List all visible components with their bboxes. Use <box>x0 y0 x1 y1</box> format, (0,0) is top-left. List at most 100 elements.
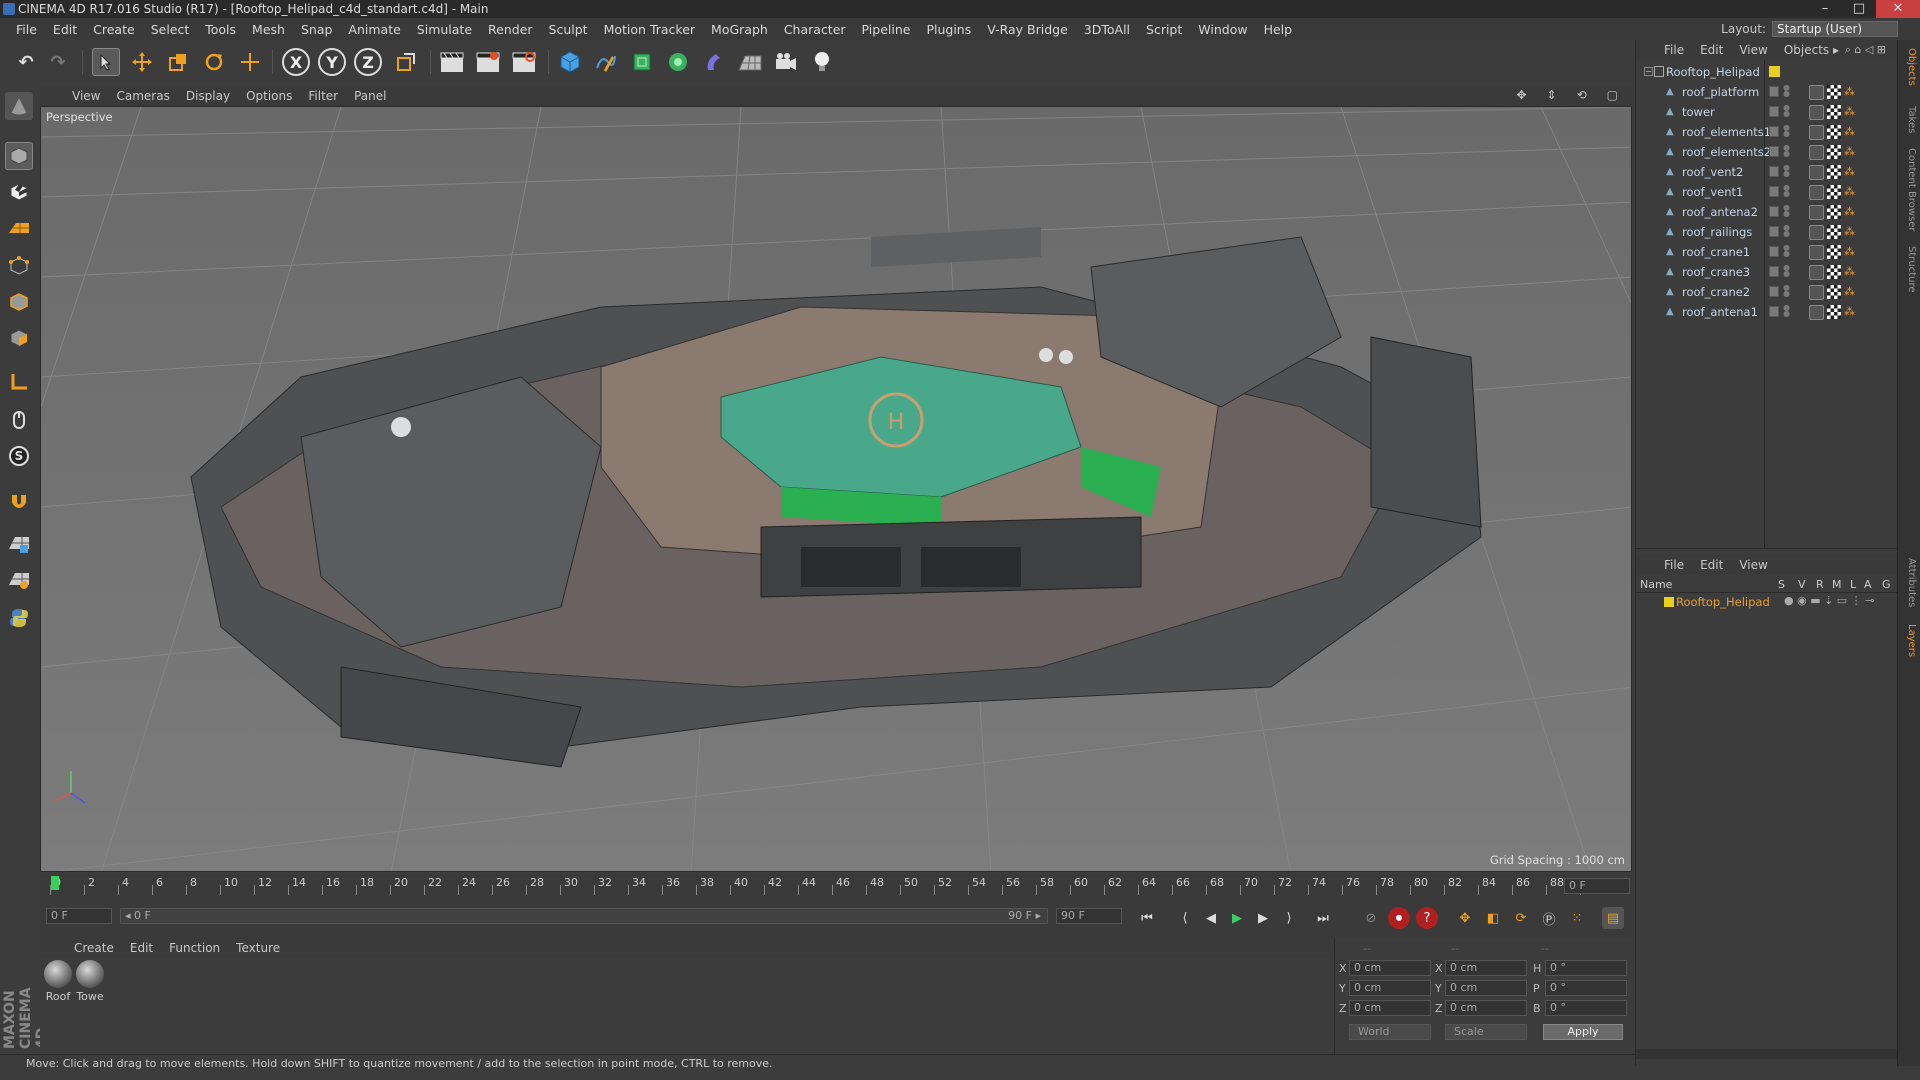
position-y-field[interactable]: 0 cm <box>1349 980 1431 996</box>
phong-tag-icon[interactable] <box>1809 205 1824 220</box>
texture-tag-icon[interactable] <box>1827 105 1841 119</box>
tab-attributes[interactable]: Attributes <box>1901 558 1917 607</box>
layer-tag[interactable] <box>1769 126 1779 137</box>
texture-tag-icon[interactable] <box>1827 285 1841 299</box>
apply-button[interactable]: Apply <box>1543 1024 1623 1040</box>
viewport-menu-cameras[interactable]: Cameras <box>108 89 177 103</box>
edges-mode-button[interactable] <box>5 288 33 316</box>
menu-create[interactable]: Create <box>85 22 143 37</box>
render-view-button[interactable] <box>438 48 466 76</box>
texture-tag-icon[interactable] <box>1827 245 1841 259</box>
phong-tag-icon[interactable] <box>1809 305 1824 320</box>
current-frame-marker[interactable] <box>51 876 59 890</box>
make-editable-button[interactable] <box>5 92 33 120</box>
menu-simulate[interactable]: Simulate <box>409 22 480 37</box>
layout-dropdown[interactable]: Startup (User) <box>1772 21 1898 37</box>
material-swatch[interactable]: Roof <box>44 960 72 1003</box>
object-menu-view[interactable]: View <box>1731 43 1775 57</box>
parameter-key-button[interactable]: Ⓟ <box>1538 907 1560 929</box>
tab-objects[interactable]: Objects <box>1901 48 1917 86</box>
layer-color-swatch[interactable] <box>1664 597 1674 607</box>
rotation-p-field[interactable]: 0 ° <box>1545 980 1627 996</box>
point-level-key-button[interactable]: ⁙ <box>1566 907 1588 929</box>
uvw-tag-icon[interactable]: ⁂ <box>1844 285 1858 299</box>
model-mode-button[interactable] <box>5 142 33 170</box>
maximize-view-icon[interactable]: ▢ <box>1599 88 1626 102</box>
menu-mograph[interactable]: MoGraph <box>703 22 776 37</box>
menu-character[interactable]: Character <box>776 22 854 37</box>
horizontal-scrollbar[interactable] <box>1636 1049 1898 1059</box>
layer-tag[interactable] <box>1769 286 1779 297</box>
menu-file[interactable]: File <box>8 22 45 37</box>
position-z-field[interactable]: 0 cm <box>1349 1000 1431 1016</box>
object-row[interactable]: ▲ roof_vent2 ● ● ⁂ <box>1636 162 1898 182</box>
size-z-field[interactable]: 0 cm <box>1445 1000 1527 1016</box>
redo-button[interactable]: ↷ <box>44 48 72 76</box>
viewport-menu-view[interactable]: View <box>64 89 108 103</box>
viewport-menu-options[interactable]: Options <box>238 89 300 103</box>
add-camera-button[interactable] <box>772 48 800 76</box>
live-selection-tool[interactable] <box>92 48 120 76</box>
position-key-button[interactable]: ✥ <box>1454 907 1476 929</box>
add-deformer-button[interactable] <box>700 48 728 76</box>
visibility-dots[interactable]: ● ● <box>1783 164 1790 179</box>
menu-3dtoall[interactable]: 3DToAll <box>1076 22 1138 37</box>
python-button[interactable] <box>5 604 33 632</box>
scale-key-button[interactable]: ◧ <box>1482 907 1504 929</box>
texture-tag-icon[interactable] <box>1827 125 1841 139</box>
texture-tag-icon[interactable] <box>1827 225 1841 239</box>
go-to-end-button[interactable]: ⏭ <box>1312 907 1334 929</box>
maximize-button[interactable]: □ <box>1842 0 1876 18</box>
magnet-tool-button[interactable] <box>5 488 33 516</box>
coordinate-mode-dropdown[interactable]: World <box>1349 1024 1431 1040</box>
tweak-mode-button[interactable] <box>5 406 33 434</box>
layer-tag[interactable] <box>1769 226 1779 237</box>
tab-layers[interactable]: Layers <box>1901 624 1917 657</box>
layer-menu-view[interactable]: View <box>1731 558 1775 572</box>
object-menu-file[interactable]: File <box>1656 43 1692 57</box>
add-light-button[interactable] <box>808 48 836 76</box>
menu-select[interactable]: Select <box>143 22 198 37</box>
layer-tag[interactable] <box>1769 146 1779 157</box>
uvw-tag-icon[interactable]: ⁂ <box>1844 185 1858 199</box>
uvw-tag-icon[interactable]: ⁂ <box>1844 145 1858 159</box>
keyframe-selection-button[interactable]: ? <box>1416 907 1438 929</box>
visibility-dots[interactable]: ● ● <box>1783 264 1790 279</box>
object-row[interactable]: ▲ roof_antena1 ● ● ⁂ <box>1636 302 1898 322</box>
phong-tag-icon[interactable] <box>1809 185 1824 200</box>
texture-mode-button[interactable] <box>5 178 33 206</box>
dolly-icon[interactable]: ⇕ <box>1539 88 1565 102</box>
object-row[interactable]: ▲ roof_antena2 ● ● ⁂ <box>1636 202 1898 222</box>
phong-tag-icon[interactable] <box>1809 225 1824 240</box>
uvw-tag-icon[interactable]: ⁂ <box>1844 205 1858 219</box>
texture-tag-icon[interactable] <box>1827 85 1841 99</box>
axis-mode-button[interactable] <box>5 368 33 396</box>
phong-tag-icon[interactable] <box>1809 125 1824 140</box>
visibility-dots[interactable]: ● ● <box>1783 284 1790 299</box>
uvw-tag-icon[interactable]: ⁂ <box>1844 225 1858 239</box>
next-frame-button[interactable]: ▶ <box>1252 907 1274 929</box>
uvw-tag-icon[interactable]: ⁂ <box>1844 165 1858 179</box>
tab-structure[interactable]: Structure <box>1901 246 1917 293</box>
object-row[interactable]: ▲ roof_railings ● ● ⁂ <box>1636 222 1898 242</box>
texture-tag-icon[interactable] <box>1827 165 1841 179</box>
snap-button[interactable]: S <box>5 442 33 470</box>
menu-motion-tracker[interactable]: Motion Tracker <box>596 22 703 37</box>
texture-tag-icon[interactable] <box>1827 205 1841 219</box>
material-swatch[interactable]: Towe <box>76 960 104 1003</box>
uvw-tag-icon[interactable]: ⁂ <box>1844 85 1858 99</box>
minimize-button[interactable]: – <box>1808 0 1842 18</box>
collapse-icon[interactable]: − <box>1644 67 1653 76</box>
scale-tool[interactable] <box>164 48 192 76</box>
viewport-menu-panel[interactable]: Panel <box>346 89 394 103</box>
visibility-dots[interactable]: ● ● <box>1783 184 1790 199</box>
orbit-icon[interactable]: ⟲ <box>1569 88 1595 102</box>
size-x-field[interactable]: 0 cm <box>1445 960 1527 976</box>
phong-tag-icon[interactable] <box>1809 85 1824 100</box>
menu-script[interactable]: Script <box>1138 22 1190 37</box>
layer-tag[interactable] <box>1769 106 1779 117</box>
object-row[interactable]: ▲ roof_crane3 ● ● ⁂ <box>1636 262 1898 282</box>
workplane-mode-button[interactable] <box>5 214 33 242</box>
play-button[interactable]: ▶ <box>1226 907 1248 929</box>
visibility-dots[interactable]: ● ● <box>1783 144 1790 159</box>
